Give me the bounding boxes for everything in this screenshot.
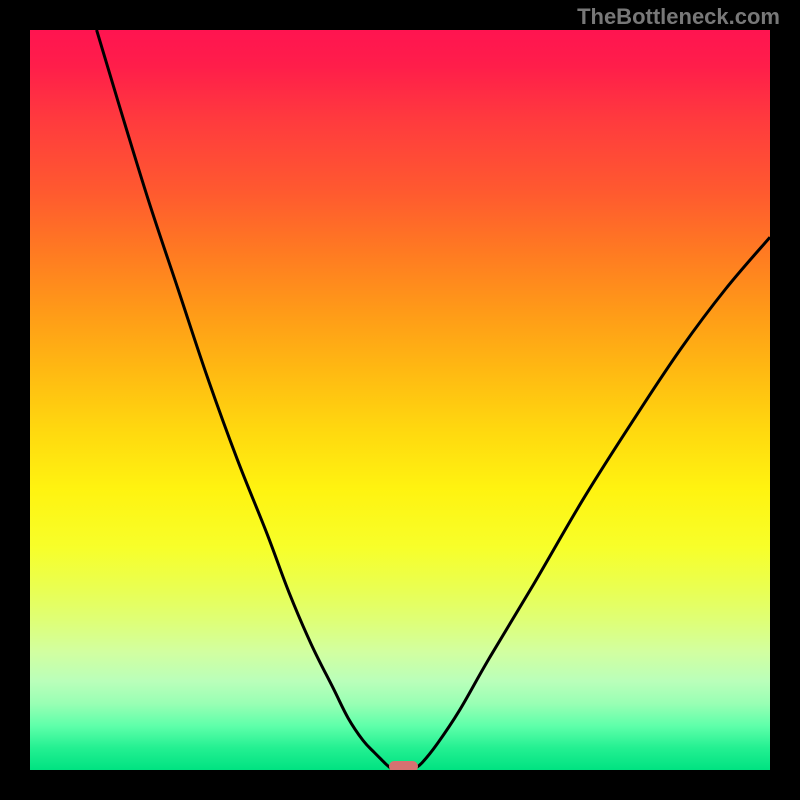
curve-svg [30, 30, 770, 770]
watermark-text: TheBottleneck.com [577, 4, 780, 30]
bottleneck-marker [389, 761, 419, 770]
plot-area [30, 30, 770, 770]
curve-left-branch [97, 30, 392, 769]
curve-right-branch [415, 237, 770, 768]
